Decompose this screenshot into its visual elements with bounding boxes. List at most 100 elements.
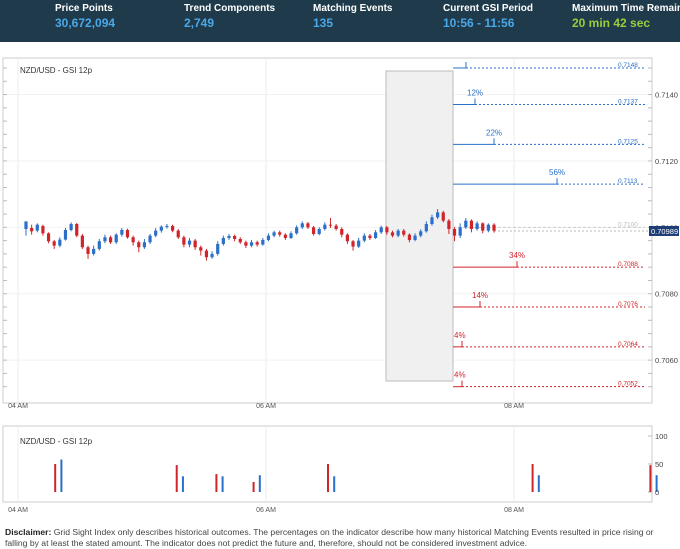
- candle-body: [148, 235, 152, 243]
- y-tick-label: 0.7060: [655, 356, 678, 365]
- candle-body: [436, 212, 440, 218]
- chart-title: NZD/USD - GSI 12p: [20, 66, 93, 75]
- candle-body: [103, 237, 107, 242]
- stat-matching-events: Matching Events 135: [313, 3, 392, 31]
- candle-body: [300, 223, 304, 228]
- forecast-down-pct: 34%: [509, 251, 525, 260]
- candle-body: [413, 235, 417, 240]
- candle-body: [464, 220, 468, 228]
- volume-bar: [531, 464, 534, 492]
- candle-body: [430, 217, 434, 225]
- candle-body: [204, 250, 209, 258]
- forecast-down-price: 0.7088: [618, 261, 638, 268]
- stat-value: 135: [313, 16, 334, 30]
- candle-body: [176, 230, 180, 238]
- candle-body: [255, 242, 259, 245]
- volume-bar: [649, 465, 652, 492]
- candle-body: [182, 237, 186, 245]
- disclaimer-text: Grid Sight Index only describes historic…: [5, 527, 654, 548]
- candle-body: [424, 224, 428, 232]
- y-tick-label: 0.7080: [655, 290, 678, 299]
- candle-body: [46, 233, 51, 242]
- candle-body: [159, 226, 163, 231]
- candle-body: [261, 239, 265, 245]
- forecast-down-price: 0.7052: [618, 381, 638, 388]
- candle-body: [323, 224, 327, 229]
- candle-body: [266, 235, 271, 240]
- candle-body: [390, 232, 395, 236]
- candle-body: [216, 243, 220, 254]
- candle-body: [35, 224, 39, 231]
- stat-label: Price Points: [55, 3, 113, 14]
- candle-body: [447, 220, 451, 229]
- candle-body: [131, 237, 135, 243]
- candle-body: [340, 228, 344, 235]
- candle-body: [357, 240, 361, 247]
- candle-body: [52, 241, 56, 246]
- forecast-up-price: 0.7137: [618, 99, 638, 106]
- gsi-chart: 0.7100 0.7148 12% 0.7137 22% 0.7125 56% 0.7113 3…: [2, 57, 679, 514]
- disclaimer-label: Disclaimer:: [5, 527, 52, 537]
- candle-body: [86, 247, 90, 254]
- forecast-down-pct: 4%: [454, 371, 466, 380]
- candle-body: [154, 230, 158, 236]
- candle-body: [458, 227, 462, 236]
- chart-area: 0.7100 0.7148 12% 0.7137 22% 0.7125 56% 0.7113 3…: [0, 42, 680, 522]
- candle-body: [41, 226, 45, 234]
- gsi-window-shade: [385, 70, 454, 382]
- stat-gsi-period: Current GSI Period 10:56 - 11:56: [443, 3, 533, 31]
- candle-body: [441, 212, 445, 221]
- candle-body: [475, 223, 479, 229]
- forecast-up-pct: 22%: [486, 128, 502, 137]
- y-tick-label: 0.7140: [655, 91, 678, 100]
- candle-body: [165, 226, 169, 228]
- candle-body: [114, 234, 118, 243]
- stat-time-remaining: Maximum Time Remaining 20 min 42 sec: [572, 3, 680, 31]
- candle-body: [295, 227, 299, 234]
- candle-body: [142, 242, 147, 248]
- volume-bar: [54, 464, 57, 492]
- x-tick-label: 06 AM: [256, 507, 276, 514]
- volume-bar: [333, 476, 336, 492]
- volume-bar: [258, 475, 261, 492]
- candle-body: [120, 229, 124, 235]
- stats-bar: Price Points 30,672,094 Trend Components…: [0, 0, 680, 42]
- stat-label: Trend Components: [184, 3, 276, 14]
- x-tick-label: 06 AM: [256, 403, 276, 410]
- candle-body: [227, 235, 231, 238]
- volume-bar: [537, 475, 540, 492]
- candle-body: [125, 229, 130, 238]
- candle-body: [373, 232, 378, 238]
- stat-value: 10:56 - 11:56: [443, 16, 515, 30]
- x-tick-label: 04 AM: [8, 403, 28, 410]
- candle-body: [244, 242, 248, 246]
- volume-bar: [175, 465, 178, 492]
- x-tick-label: 08 AM: [504, 403, 524, 410]
- candle-body: [69, 224, 73, 230]
- disclaimer: Disclaimer: Grid Sight Index only descri…: [5, 527, 677, 549]
- candle-body: [368, 235, 372, 238]
- volume-bar: [327, 464, 329, 492]
- candle-body: [137, 242, 141, 248]
- candle-body: [407, 234, 412, 240]
- candle-body: [58, 239, 62, 246]
- candle-body: [221, 237, 225, 244]
- candle-body: [469, 220, 474, 229]
- stat-label: Matching Events: [313, 3, 393, 14]
- candle-body: [481, 223, 485, 231]
- forecast-down-price: 0.7064: [618, 341, 638, 348]
- forecast-down-pct: 4%: [454, 331, 466, 340]
- candle-body: [362, 235, 366, 241]
- volume-bar: [252, 481, 255, 492]
- candle-body: [75, 224, 79, 236]
- candle-body: [238, 238, 242, 243]
- candle-body: [199, 247, 203, 251]
- candle-body: [210, 253, 214, 258]
- stat-label: Current GSI Period: [443, 3, 534, 14]
- volume-chart-title: NZD/USD - GSI 12p: [20, 437, 93, 446]
- forecast-up-price: 0.7148: [618, 62, 638, 69]
- candle-body: [351, 241, 355, 247]
- x-tick-label: 04 AM: [8, 507, 28, 514]
- candle-body: [402, 230, 406, 235]
- reference-price-label: 0.7100: [618, 221, 638, 228]
